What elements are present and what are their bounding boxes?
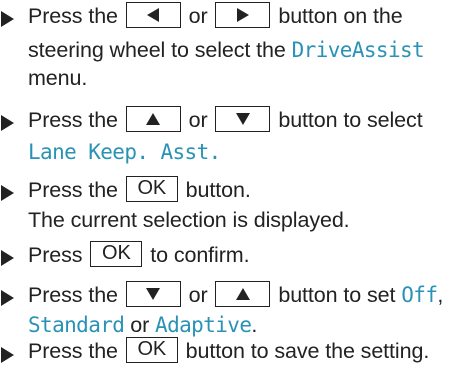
step-line: Press the OK button to save the setting. (28, 337, 430, 365)
step-line: The current selection is displayed. (28, 207, 350, 233)
step-text: or (188, 4, 208, 28)
step-line: Lane Keep. Asst. (28, 139, 221, 165)
step-text: menu. (28, 66, 88, 90)
step-text: steering wheel to select the (28, 38, 286, 62)
step-text: button. (185, 178, 251, 202)
step-line: Press OK to confirm. (28, 241, 250, 269)
step-text: Press the (28, 283, 118, 307)
bullet-triangle-icon (1, 290, 14, 306)
step-text: Press the (28, 339, 118, 363)
step-line: Press the or button on the (28, 2, 403, 30)
ok-key-icon: OK (125, 337, 178, 364)
step-text: button to save the setting. (185, 339, 430, 363)
right-arrow-key-icon (215, 2, 271, 29)
menu-name-lane-keep-asst: Lane Keep. Asst. (28, 140, 221, 164)
bullet-triangle-icon (1, 185, 14, 201)
step-text: The current selection is displayed. (28, 208, 350, 232)
step-text: , (437, 283, 444, 307)
down-arrow-key-icon (215, 106, 271, 133)
step-line: Press the or button to set Off, (28, 281, 444, 309)
bullet-triangle-icon (1, 347, 14, 363)
step-text: button on the (278, 4, 403, 28)
step-text: Press the (28, 4, 118, 28)
menu-name-drive-assist: DriveAssist (291, 38, 425, 62)
down-arrow-key-icon (125, 281, 181, 308)
step-text: to confirm. (150, 243, 250, 267)
bullet-triangle-icon (1, 11, 14, 27)
step-text: Press the (28, 108, 118, 132)
up-arrow-key-icon (125, 106, 181, 133)
ok-key-icon: OK (125, 176, 178, 203)
option-standard: Standard (28, 313, 125, 337)
step-text: button to set (278, 283, 396, 307)
step-text: . (251, 313, 258, 337)
step-text: Press the (28, 178, 118, 202)
step-text: or (188, 283, 208, 307)
bullet-triangle-icon (1, 250, 14, 266)
step-text: or (130, 313, 150, 337)
step-line: menu. (28, 65, 87, 91)
ok-key-icon: OK (90, 241, 143, 268)
step-line: steering wheel to select the DriveAssist (28, 37, 425, 63)
step-line: Press the or button to select (28, 106, 423, 134)
up-arrow-key-icon (215, 281, 271, 308)
bullet-triangle-icon (1, 115, 14, 131)
option-adaptive: Adaptive (155, 313, 252, 337)
step-line: Press the OK button. (28, 176, 251, 204)
step-text: Press (28, 243, 83, 267)
step-text: button to select (278, 108, 423, 132)
step-text: or (188, 108, 208, 132)
step-line: Standard or Adaptive. (28, 312, 257, 338)
left-arrow-key-icon (125, 2, 181, 29)
option-off: Off (401, 283, 438, 307)
